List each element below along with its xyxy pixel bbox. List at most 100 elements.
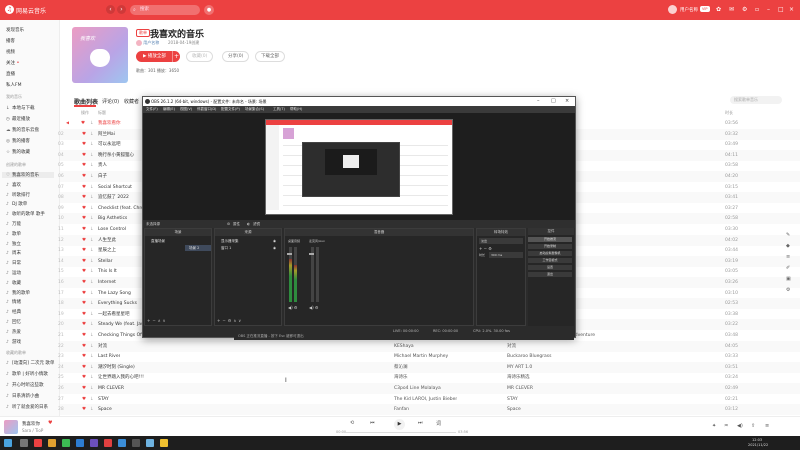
like-heart-icon[interactable]: ♥ xyxy=(81,118,85,129)
sidebar-item-follow[interactable]: 关注 • xyxy=(6,60,19,66)
avatar[interactable] xyxy=(668,5,677,14)
download-icon[interactable]: ↓ xyxy=(90,129,94,140)
list-search-input[interactable]: 搜索歌单音乐 xyxy=(730,96,782,104)
obs-control-button[interactable]: 开始录制 xyxy=(528,244,572,249)
transition-select[interactable]: 淡出 xyxy=(479,238,523,244)
down-icon[interactable]: ∨ xyxy=(238,318,243,323)
like-heart-icon[interactable]: ♥ xyxy=(82,160,86,171)
maximize-icon[interactable]: □ xyxy=(778,5,784,14)
remove-icon[interactable]: − xyxy=(484,246,487,251)
sidebar-playlist-item[interactable]: ♪ 运动 xyxy=(6,270,21,276)
table-row[interactable]: 25 ♥ ↓ 让世界踏入我的心吧!!! 海诗乐 海诗乐精选 03:24 xyxy=(58,372,800,383)
down-icon[interactable]: ∨ xyxy=(163,318,168,323)
song-artist[interactable]: The Kid LAROI, Justin Bieber xyxy=(394,394,457,405)
song-title[interactable]: Social Shortcut xyxy=(98,182,132,193)
song-album[interactable]: 对流 xyxy=(507,341,516,352)
sidebar-item-my-podcast[interactable]: ◎ 我的播客 xyxy=(6,138,30,144)
menu-scene-collection[interactable]: 场景集合(S) xyxy=(245,106,264,113)
song-artist[interactable]: 海诗乐 xyxy=(394,372,408,383)
search-input[interactable]: ⌕ 搜索 xyxy=(130,5,200,15)
menu-edit[interactable]: 编辑(E) xyxy=(163,106,175,113)
like-heart-icon[interactable]: ♥ xyxy=(82,129,86,140)
browser-icon[interactable] xyxy=(62,439,70,447)
download-icon[interactable]: ↓ xyxy=(90,182,94,193)
song-artist[interactable]: Michael Martin Murphey xyxy=(394,351,448,362)
mail-icon[interactable]: ✉ xyxy=(729,5,734,14)
now-playing-title[interactable]: 我喜欢你 xyxy=(22,421,40,427)
sidebar-playlist-item[interactable]: ♪ 游戏 xyxy=(6,339,21,345)
next-icon[interactable]: ⏭ xyxy=(418,420,423,426)
sidebar-playlist-item[interactable]: ♪ 万能 xyxy=(6,221,21,227)
list-icon[interactable]: ≡ xyxy=(786,254,790,260)
volume-icon[interactable]: ◀) xyxy=(737,423,743,429)
sidebar-collected-item[interactable]: ♪ 开心时听这些歌 xyxy=(6,382,44,388)
like-heart-icon[interactable]: ♥ xyxy=(82,404,86,415)
like-heart-icon[interactable]: ♥ xyxy=(82,351,86,362)
explorer-icon[interactable] xyxy=(48,439,56,447)
source-item[interactable]: 显示器采集 ◉ xyxy=(217,238,281,244)
obs-app-icon[interactable] xyxy=(132,439,140,447)
add-to-queue-button[interactable]: + xyxy=(172,51,180,62)
app-icon[interactable] xyxy=(146,439,154,447)
like-heart-icon[interactable]: ♥ xyxy=(82,298,86,309)
edit-icon[interactable]: ✐ xyxy=(786,265,790,271)
like-heart-icon[interactable]: ♥ xyxy=(82,288,86,299)
sidebar-playlist-item[interactable]: ♪ 经典 xyxy=(6,309,21,315)
song-title[interactable]: Internet xyxy=(98,277,116,288)
table-row[interactable]: 27 ♥ ↓ STAY The Kid LAROI, Justin Bieber STAY… xyxy=(58,394,800,405)
like-heart-icon[interactable]: ♥ xyxy=(82,224,86,235)
clock-time[interactable]: 12:03 xyxy=(752,438,762,442)
like-heart-icon[interactable]: ♥ xyxy=(82,330,86,341)
song-title[interactable]: MR CLEVER xyxy=(98,383,124,394)
tab-collectors[interactable]: 收藏者 xyxy=(124,98,139,105)
song-title[interactable]: Stellar xyxy=(98,256,113,267)
forward-icon[interactable]: › xyxy=(117,5,126,14)
song-album[interactable]: 海诗乐精选 xyxy=(507,372,530,383)
settings-icon[interactable]: ⚙ xyxy=(786,287,790,293)
download-icon[interactable]: ↓ xyxy=(90,171,94,182)
song-album[interactable]: Buckaroo Bluegrass xyxy=(507,351,552,362)
progress-bar[interactable] xyxy=(346,432,456,433)
start-icon[interactable] xyxy=(4,439,12,447)
sidebar-playlist-item[interactable]: ♪ 听歌排行 xyxy=(6,192,30,198)
obs-control-button[interactable]: 启动虚拟摄像机 xyxy=(528,251,572,256)
song-title[interactable]: 晚行杀小黄狐狸心 xyxy=(98,150,134,161)
creator-name[interactable]: 用户名称 xyxy=(143,40,159,45)
table-row[interactable]: 23 ♥ ↓ Last River Michael Martin Murphey Buck… xyxy=(58,351,800,362)
search-icon[interactable] xyxy=(20,439,28,447)
sidebar-playlist-item[interactable]: ♪ 喜欢 xyxy=(6,182,21,188)
filter-icon[interactable]: ◐ xyxy=(247,220,250,228)
shirt-icon[interactable]: ✿ xyxy=(716,5,721,14)
song-title[interactable]: The Lazy Song xyxy=(98,288,131,299)
download-icon[interactable]: ↓ xyxy=(90,245,94,256)
song-title[interactable]: 贵人 xyxy=(98,160,107,171)
menu-help[interactable]: 帮助(H) xyxy=(290,106,302,113)
download-icon[interactable]: ↓ xyxy=(90,288,94,299)
song-title[interactable]: 让世界踏入我的心吧!!! xyxy=(98,372,144,383)
sidebar-collected-item[interactable]: ♪ [动漫向] 二次元 歌单 xyxy=(6,360,54,366)
song-album[interactable]: STAY xyxy=(507,394,518,405)
miniplayer-icon[interactable]: ▫ xyxy=(755,5,759,14)
like-heart-icon[interactable]: ♥ xyxy=(82,245,86,256)
sidebar-item-live[interactable]: 直播 xyxy=(6,71,15,77)
close-icon[interactable]: × xyxy=(565,97,569,106)
download-icon[interactable]: ↓ xyxy=(90,394,94,405)
gear-icon[interactable]: ⚙ xyxy=(315,305,319,310)
like-heart-icon[interactable]: ♥ xyxy=(82,203,86,214)
like-heart-icon[interactable]: ♥ xyxy=(82,383,86,394)
download-icon[interactable]: ↓ xyxy=(90,150,94,161)
sound-effect-icon[interactable]: ♒ xyxy=(724,423,728,429)
app-icon[interactable] xyxy=(104,439,112,447)
eye-icon[interactable]: ◉ xyxy=(273,238,276,244)
speaker-icon[interactable]: ◀) xyxy=(288,305,293,310)
download-icon[interactable]: ↓ xyxy=(90,362,94,373)
song-title[interactable]: Lose Control xyxy=(98,224,126,235)
download-icon[interactable]: ↓ xyxy=(90,341,94,352)
song-title[interactable]: Everything Sucks xyxy=(98,298,137,309)
duration-input[interactable]: 300 ms xyxy=(489,252,523,258)
sidebar-playlist-item[interactable]: ♪ 收听的歌单 歌手 xyxy=(6,211,45,217)
song-album[interactable]: Space xyxy=(507,404,521,415)
like-heart-icon[interactable]: ♥ xyxy=(82,171,86,182)
song-title[interactable]: 人生至此 xyxy=(98,235,116,246)
scene-item[interactable]: 场景 2 xyxy=(185,245,211,251)
